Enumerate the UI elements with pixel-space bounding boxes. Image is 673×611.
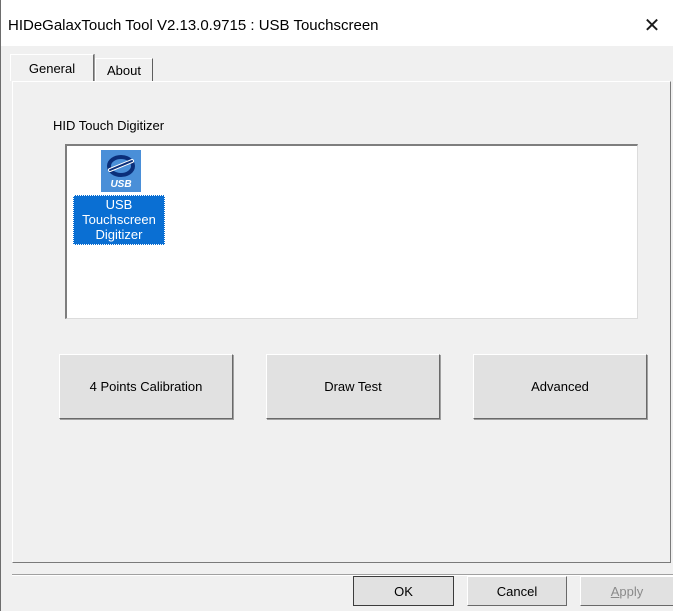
device-item-label: USB Touchscreen Digitizer [73, 195, 165, 245]
device-label-line-1: USB [105, 197, 133, 212]
device-group-label: HID Touch Digitizer [53, 118, 165, 133]
usb-device-icon: USB [101, 150, 141, 192]
tab-about[interactable]: About [95, 58, 153, 82]
bottom-divider [12, 574, 673, 576]
title-bar[interactable]: HIDeGalaxTouch Tool V2.13.0.9715 : USB T… [1, 0, 673, 46]
draw-test-button[interactable]: Draw Test [266, 354, 440, 419]
window-title: HIDeGalaxTouch Tool V2.13.0.9715 : USB T… [8, 17, 379, 34]
dialog-window: HIDeGalaxTouch Tool V2.13.0.9715 : USB T… [0, 0, 673, 611]
apply-button[interactable]: Apply [580, 576, 673, 606]
calibration-button[interactable]: 4 Points Calibration [59, 354, 233, 419]
apply-mnemonic: A [610, 583, 620, 599]
ok-button[interactable]: OK [353, 576, 454, 606]
usb-icon-text: USB [110, 179, 131, 190]
device-label-line-2: Touchscreen [82, 212, 156, 227]
advanced-button[interactable]: Advanced [473, 354, 647, 419]
apply-label-rest: pply [619, 583, 644, 599]
cancel-button[interactable]: Cancel [467, 576, 567, 606]
close-icon[interactable]: ✕ [630, 6, 673, 44]
device-label-line-3: Digitizer [95, 227, 143, 242]
tab-general[interactable]: General [10, 54, 94, 81]
device-list[interactable]: USB USB Touchscreen Digitizer [65, 144, 638, 319]
